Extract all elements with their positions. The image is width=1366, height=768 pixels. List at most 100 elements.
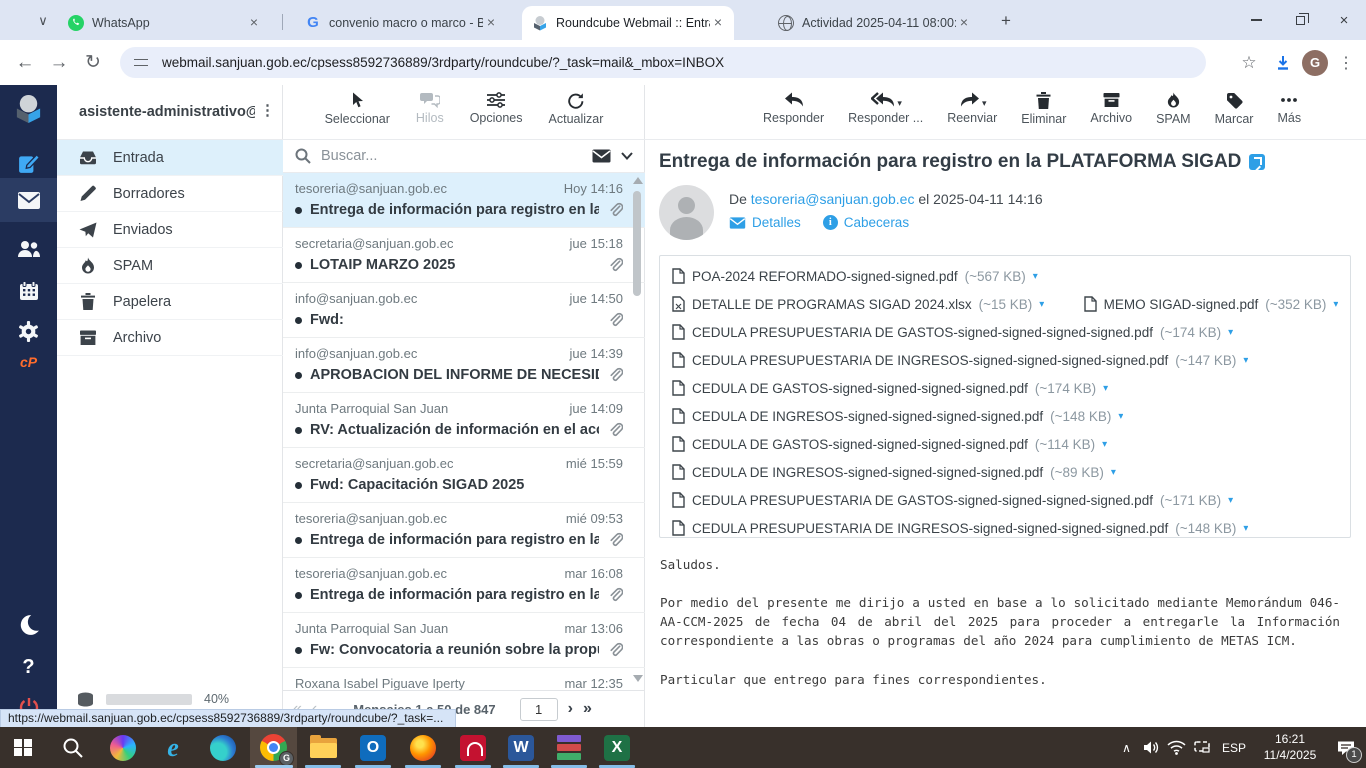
dark-mode-button[interactable]	[0, 603, 57, 647]
tab-actividad[interactable]: Actividad 2025-04-11 08:00:00 ×	[768, 6, 980, 40]
message-row[interactable]: info@sanjuan.gob.ecjue 14:50 Fwd:	[283, 283, 645, 338]
forward-button[interactable]: →	[42, 52, 76, 74]
attachment[interactable]: CEDULA PRESUPUESTARIA DE GASTOS-signed-s…	[672, 324, 1233, 340]
message-row[interactable]: Junta Parroquial San Juanmar 13:06 Fw: C…	[283, 613, 645, 668]
headers-link[interactable]: i Cabeceras	[823, 215, 909, 230]
search-scope-mail-icon[interactable]	[592, 149, 611, 163]
taskbar-edge-button[interactable]	[200, 727, 246, 768]
bookmark-star-icon[interactable]: ☆	[1234, 53, 1264, 73]
notification-center-button[interactable]: 1	[1326, 727, 1366, 768]
select-button[interactable]: Seleccionar	[325, 92, 390, 139]
address-bar[interactable]: webmail.sanjuan.gob.ec/cpsess8592736889/…	[120, 47, 1206, 78]
window-minimize-button[interactable]	[1234, 0, 1278, 40]
attachment[interactable]: CEDULA DE INGRESOS-signed-signed-signed-…	[672, 464, 1116, 480]
system-clock[interactable]: 16:21 11/4/2025	[1254, 732, 1326, 763]
volume-icon[interactable]	[1139, 740, 1164, 755]
taskbar-explorer-button[interactable]	[300, 727, 346, 768]
next-page-button[interactable]: ›	[568, 700, 573, 718]
refresh-button[interactable]: Actualizar	[549, 92, 604, 139]
message-row[interactable]: tesoreria@sanjuan.gob.ecmié 09:53 Entreg…	[283, 503, 645, 558]
mark-button[interactable]: Marcar	[1215, 92, 1254, 139]
more-button[interactable]: Más	[1277, 92, 1301, 139]
attachment[interactable]: CEDULA DE GASTOS-signed-signed-signed-si…	[672, 436, 1107, 452]
attachment-menu-icon[interactable]: ▾	[1039, 299, 1043, 310]
message-row[interactable]: secretaria@sanjuan.gob.ecjue 15:18 LOTAI…	[283, 228, 645, 283]
language-indicator[interactable]: ESP	[1214, 741, 1254, 755]
taskbar-outlook-button[interactable]: O	[350, 727, 396, 768]
taskbar-chrome-button[interactable]: G	[250, 727, 297, 768]
forward-caret-icon[interactable]: ▾	[982, 98, 987, 114]
attachment[interactable]: POA-2024 REFORMADO-signed-signed.pdf (~5…	[672, 268, 1038, 284]
attachment[interactable]: CEDULA DE GASTOS-signed-signed-signed-si…	[672, 380, 1108, 396]
options-button[interactable]: Opciones	[470, 92, 523, 139]
message-row[interactable]: Junta Parroquial San Juanjue 14:09 RV: A…	[283, 393, 645, 448]
folder-trash[interactable]: Papelera	[57, 284, 283, 320]
attachment-menu-icon[interactable]: ▾	[1103, 383, 1108, 394]
taskbar-excel-button[interactable]: X	[594, 727, 640, 768]
browser-menu-icon[interactable]: ⋮	[1332, 53, 1360, 73]
message-row[interactable]: tesoreria@sanjuan.gob.ecmar 16:08 Entreg…	[283, 558, 645, 613]
search-options-chevron-icon[interactable]	[621, 152, 633, 160]
attachment-menu-icon[interactable]: ▾	[1243, 523, 1248, 534]
tab-search-chevron-icon[interactable]: ∨	[32, 10, 54, 32]
search-input[interactable]	[321, 148, 582, 164]
attachment-menu-icon[interactable]: ▾	[1111, 467, 1116, 478]
taskbar-word-button[interactable]: W	[498, 727, 544, 768]
tab-close-icon[interactable]: ×	[956, 15, 972, 31]
attachment-menu-icon[interactable]: ▾	[1243, 355, 1248, 366]
taskbar-firefox-button[interactable]	[400, 727, 446, 768]
rail-contacts-button[interactable]	[0, 227, 57, 271]
tab-close-icon[interactable]: ×	[246, 15, 262, 31]
taskbar-ie-button[interactable]: e	[150, 727, 196, 768]
attachment[interactable]: CEDULA DE INGRESOS-signed-signed-signed-…	[672, 408, 1123, 424]
help-button[interactable]: ?	[0, 645, 57, 689]
folder-archive[interactable]: Archivo	[57, 320, 283, 356]
attachment[interactable]: CEDULA PRESUPUESTARIA DE GASTOS-signed-s…	[672, 492, 1233, 508]
message-row[interactable]: tesoreria@sanjuan.gob.ecHoy 14:16 Entreg…	[283, 173, 645, 228]
delete-button[interactable]: Eliminar	[1021, 92, 1066, 139]
open-in-new-window-icon[interactable]	[1249, 154, 1265, 170]
account-menu-icon[interactable]: ⋮	[260, 101, 275, 119]
display-connect-icon[interactable]	[1189, 740, 1214, 755]
tray-expand-chevron-icon[interactable]: ∧	[1114, 741, 1139, 755]
tab-close-icon[interactable]: ×	[710, 15, 726, 31]
attachment-menu-icon[interactable]: ▾	[1228, 495, 1233, 506]
details-link[interactable]: Detalles	[729, 215, 801, 230]
forward-button[interactable]: ▾ Reenviar	[947, 92, 997, 139]
new-tab-button[interactable]: +	[994, 9, 1018, 33]
scrollbar-thumb[interactable]	[633, 191, 641, 296]
back-button[interactable]: ←	[8, 52, 42, 74]
site-settings-icon[interactable]	[134, 57, 150, 69]
folder-sent[interactable]: Enviados	[57, 212, 283, 248]
taskbar-acrobat-button[interactable]	[450, 727, 496, 768]
tab-roundcube-active[interactable]: Roundcube Webmail :: Entrada ×	[522, 6, 734, 40]
reply-button[interactable]: Responder	[763, 92, 824, 139]
archive-button[interactable]: Archivo	[1090, 92, 1132, 139]
window-close-button[interactable]: ×	[1322, 0, 1366, 40]
taskbar-copilot-button[interactable]	[100, 727, 146, 768]
window-restore-button[interactable]	[1278, 0, 1322, 40]
taskbar-search-button[interactable]	[50, 727, 96, 768]
profile-avatar[interactable]: G	[1302, 50, 1328, 76]
attachment-menu-icon[interactable]: ▾	[1033, 271, 1038, 282]
tab-close-icon[interactable]: ×	[483, 15, 499, 31]
start-button[interactable]	[0, 727, 46, 768]
reply-all-button[interactable]: ▾ Responder ...	[848, 92, 923, 139]
downloads-button[interactable]	[1268, 54, 1298, 72]
roundcube-logo[interactable]	[13, 93, 44, 124]
attachment-menu-icon[interactable]: ▾	[1118, 411, 1123, 422]
attachment-menu-icon[interactable]: ▾	[1333, 299, 1338, 310]
spam-button[interactable]: SPAM	[1156, 92, 1191, 139]
folder-drafts[interactable]: Borradores	[57, 176, 283, 212]
attachment-menu-icon[interactable]: ▾	[1102, 439, 1107, 450]
from-email-link[interactable]: tesoreria@sanjuan.gob.ec	[751, 191, 915, 207]
message-row[interactable]: info@sanjuan.gob.ecjue 14:39 APROBACION …	[283, 338, 645, 393]
wifi-icon[interactable]	[1164, 740, 1189, 755]
rail-calendar-button[interactable]	[0, 269, 57, 313]
scroll-up-arrow-icon[interactable]	[633, 177, 643, 184]
attachment[interactable]: CEDULA PRESUPUESTARIA DE INGRESOS-signed…	[672, 352, 1248, 368]
page-number-input[interactable]	[520, 698, 558, 721]
taskbar-winrar-button[interactable]	[546, 727, 592, 768]
url-text[interactable]: webmail.sanjuan.gob.ec/cpsess8592736889/…	[162, 55, 724, 70]
tab-whatsapp[interactable]: WhatsApp ×	[58, 6, 270, 40]
